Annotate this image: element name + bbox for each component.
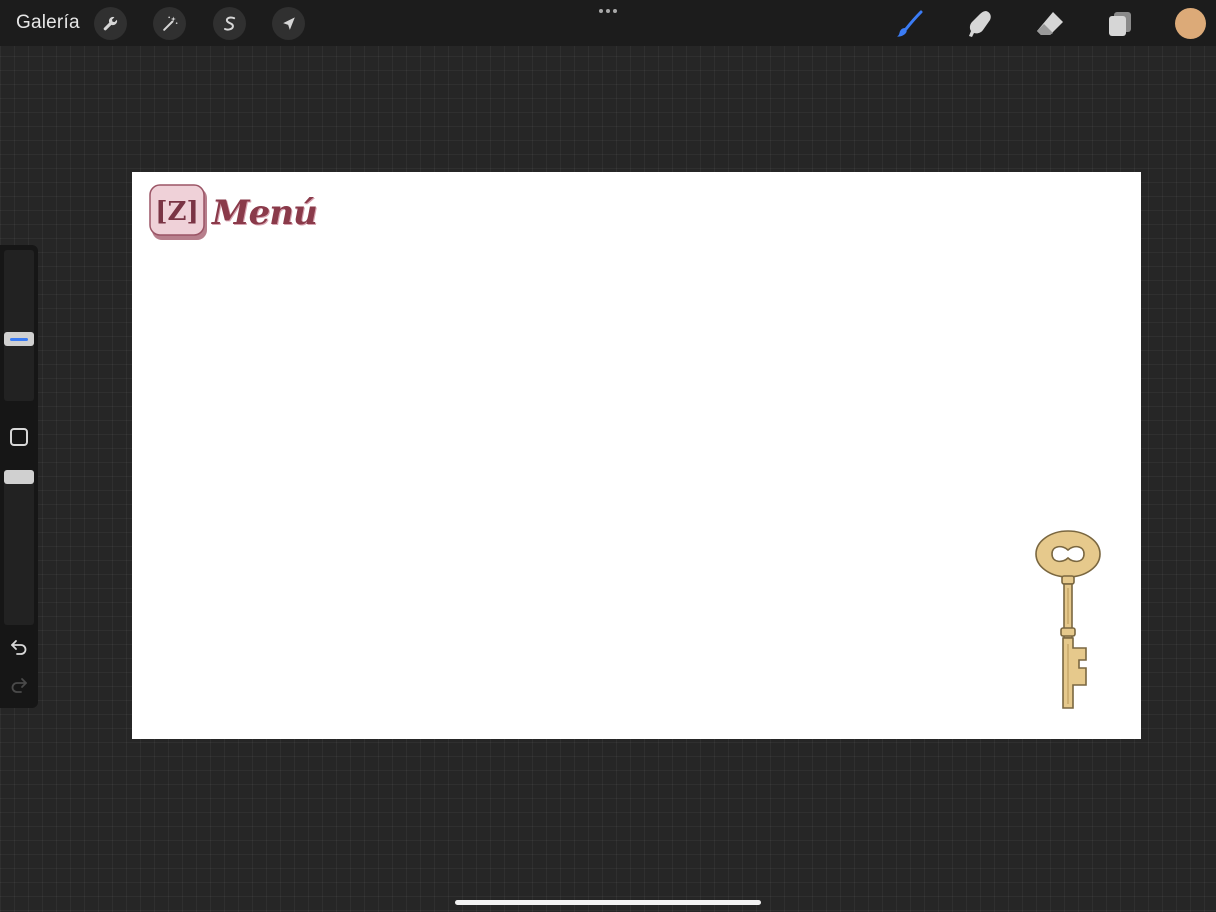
left-sidebar [0, 245, 38, 708]
adjustments-button[interactable] [153, 7, 186, 40]
undo-button[interactable] [9, 637, 29, 657]
selection-s-icon [223, 16, 235, 31]
menu-logo: [Z] Menú [149, 184, 318, 242]
drawing-canvas[interactable]: [Z] Menú [132, 172, 1141, 739]
layers-button[interactable] [1101, 5, 1139, 43]
brush-tool-button[interactable] [891, 5, 929, 43]
eraser-icon [1037, 12, 1063, 35]
more-options-handle[interactable] [594, 4, 622, 18]
smudge-finger-icon [969, 11, 991, 37]
opacity-slider[interactable] [4, 470, 34, 625]
layers-icon [1109, 12, 1131, 36]
gallery-button[interactable]: Galería [16, 12, 80, 34]
actions-button[interactable] [94, 7, 127, 40]
modify-button[interactable] [10, 428, 28, 446]
brush-size-thumb[interactable] [4, 332, 34, 346]
logo-text: Menú [212, 193, 318, 233]
dot [606, 9, 610, 13]
color-picker-button[interactable] [1175, 8, 1206, 39]
dot [613, 9, 617, 13]
redo-button[interactable] [9, 675, 29, 695]
opacity-thumb[interactable] [4, 470, 34, 484]
undo-icon [11, 640, 27, 655]
selection-button[interactable] [213, 7, 246, 40]
magic-wand-icon [162, 16, 177, 31]
dot [599, 9, 603, 13]
z-logo-badge: [Z] [149, 184, 209, 242]
top-toolbar: Galería [0, 0, 1216, 46]
wrench-icon [103, 16, 117, 30]
eraser-tool-button[interactable] [1031, 5, 1069, 43]
brush-icon [897, 10, 923, 37]
smudge-tool-button[interactable] [961, 5, 999, 43]
redo-icon [11, 678, 27, 693]
key-drawing [1035, 530, 1101, 709]
logo-glyph: [Z] [155, 197, 199, 227]
arrow-cursor-icon [282, 16, 295, 30]
transform-button[interactable] [272, 7, 305, 40]
brush-size-slider[interactable] [4, 250, 34, 401]
home-indicator[interactable] [455, 900, 761, 905]
